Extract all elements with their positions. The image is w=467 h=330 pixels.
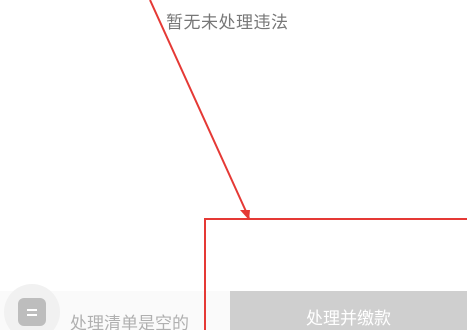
cart-empty-text: 处理清单是空的 — [70, 314, 189, 330]
page: 暂无未处理违法 处理清单是空的 处理并缴款 — [0, 0, 467, 330]
annotation-arrowhead — [240, 210, 250, 220]
process-and-pay-button[interactable]: 处理并缴款 — [230, 291, 467, 330]
annotation-overlay — [149, 0, 467, 330]
empty-state-message: 暂无未处理违法 — [166, 13, 289, 33]
process-and-pay-label: 处理并缴款 — [306, 309, 391, 329]
list-icon[interactable] — [18, 298, 46, 326]
